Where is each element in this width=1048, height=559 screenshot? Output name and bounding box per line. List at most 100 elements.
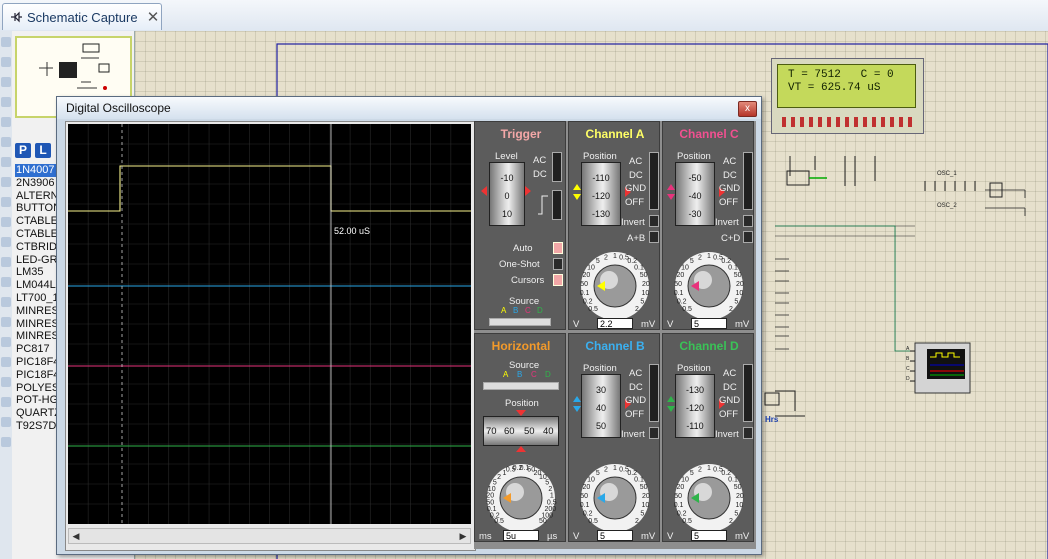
scope-screen[interactable]: 52.00 uS bbox=[68, 124, 471, 524]
scope-pin-c-label: C bbox=[906, 366, 910, 372]
trigger-coupling-switch[interactable] bbox=[552, 152, 562, 182]
tape-tool-icon[interactable] bbox=[1, 237, 11, 247]
dial-tick-label: 50 bbox=[640, 484, 648, 491]
pin-tool-icon[interactable] bbox=[1, 197, 11, 207]
horizontal-source-slider[interactable] bbox=[483, 382, 559, 390]
text-tool-icon[interactable] bbox=[1, 117, 11, 127]
cursors-button[interactable] bbox=[553, 274, 563, 286]
channel-d-volts-dial[interactable]: 0.50.20.150201052 1 0.50.20.150201052 bbox=[664, 454, 754, 530]
dial-tick-label: 20 bbox=[642, 281, 650, 288]
channel-c-volts-dial[interactable]: 0.50.20.150201052 1 0.50.20.150201052 bbox=[664, 242, 754, 318]
dial-tick-label: 0.1 bbox=[728, 476, 738, 483]
dial-tick-label: 1 bbox=[707, 253, 711, 260]
horizontal-timebase-value[interactable]: 5u bbox=[503, 530, 539, 541]
scroll-left-icon[interactable]: ◀ bbox=[71, 531, 81, 541]
hrs-label: Hrs bbox=[765, 415, 779, 424]
oscilloscope-titlebar[interactable]: Digital Oscilloscope x bbox=[57, 97, 761, 119]
channel-a-invert-button[interactable] bbox=[649, 215, 659, 227]
horizontal-title: Horizontal bbox=[491, 339, 551, 353]
channel-c-position-label: Position bbox=[677, 151, 711, 162]
channel-b-title: Channel B bbox=[585, 339, 645, 353]
label-tool-icon[interactable] bbox=[1, 97, 11, 107]
symbol-tool-icon[interactable] bbox=[1, 417, 11, 427]
channel-b-volts-value[interactable]: 5 bbox=[597, 530, 633, 541]
marker-tool-icon[interactable] bbox=[1, 437, 11, 447]
horizontal-source-b: B bbox=[517, 370, 523, 379]
scope-pin-a-label: A bbox=[906, 346, 910, 352]
channel-b-dc: DC bbox=[629, 382, 643, 393]
dial-tick-label: 0.1 bbox=[674, 502, 684, 509]
auto-button[interactable] bbox=[553, 242, 563, 254]
scope-grid bbox=[68, 124, 471, 524]
trigger-level-label: Level bbox=[495, 151, 518, 162]
channel-b-coupling-switch[interactable] bbox=[649, 364, 659, 422]
dial-tick-label: 0.2 bbox=[490, 513, 500, 520]
component-tool-icon[interactable] bbox=[1, 57, 11, 67]
arc-tool-icon[interactable] bbox=[1, 377, 11, 387]
trigger-panel: Trigger Level -10 0 10 AC DC Auto One-Sh… bbox=[474, 121, 566, 330]
graph-tool-icon[interactable] bbox=[1, 217, 11, 227]
instrument-tool-icon[interactable] bbox=[1, 297, 11, 307]
close-tab-icon[interactable]: ✕ bbox=[145, 8, 161, 26]
trigger-source-slider[interactable] bbox=[489, 318, 551, 326]
dial-tick-label: 0.2 bbox=[583, 299, 593, 306]
dial-tick-label: 20 bbox=[677, 484, 685, 491]
dial-tick-label: 10 bbox=[736, 290, 744, 297]
selection-tool-icon[interactable] bbox=[1, 37, 11, 47]
channel-d-panel: Channel D Position -130 -120 -110 AC DC … bbox=[662, 333, 754, 542]
dial-tick-label: 20 bbox=[677, 272, 685, 279]
dial-tick-label: 5 bbox=[596, 258, 600, 265]
channel-d-ac: AC bbox=[723, 368, 737, 379]
library-manager-button[interactable]: L bbox=[35, 143, 51, 158]
path-tool-icon[interactable] bbox=[1, 397, 11, 407]
box-tool-icon[interactable] bbox=[1, 337, 11, 347]
probe-tool-icon[interactable] bbox=[1, 277, 11, 287]
tab-schematic-capture[interactable]: Schematic Capture ✕ bbox=[2, 3, 162, 30]
trigger-dc-label: DC bbox=[533, 169, 547, 180]
dial-tick-label: 50 bbox=[486, 500, 494, 507]
device-pick-buttons: P L bbox=[15, 143, 51, 158]
junction-tool-icon[interactable] bbox=[1, 77, 11, 87]
channel-b-invert-button[interactable] bbox=[649, 427, 659, 439]
lcd-display[interactable]: T = 7512 C = 0 VT = 625.74 uS bbox=[771, 58, 924, 134]
scroll-right-icon[interactable]: ▶ bbox=[458, 531, 468, 541]
dial-tick-label: 1 bbox=[613, 253, 617, 260]
generator-tool-icon[interactable] bbox=[1, 257, 11, 267]
dial-tick-label: 0.5 bbox=[588, 306, 598, 313]
channel-d-gnd: GND bbox=[719, 395, 741, 406]
dial-tick-label: 5 bbox=[596, 470, 600, 477]
channel-d-title: Channel D bbox=[679, 339, 739, 353]
horizontal-source-a: A bbox=[503, 370, 509, 379]
channel-b-volts-dial[interactable]: 0.50.20.150201052 1 0.50.20.150201052 bbox=[570, 454, 660, 530]
dial-tick-label: 0.5 bbox=[682, 306, 692, 313]
channel-a-position-label: Position bbox=[583, 151, 617, 162]
pick-device-button[interactable]: P bbox=[15, 143, 31, 158]
channel-a-volts-value[interactable]: 2.2 bbox=[597, 318, 633, 329]
dial-tick-label: 10 bbox=[587, 476, 595, 483]
channel-a-volts-dial[interactable]: 0.50.20.150201052 1 0.50.20.150201052 bbox=[570, 242, 660, 318]
scope-horizontal-scrollbar[interactable]: ◀ ▶ bbox=[68, 528, 471, 544]
channel-c-title: Channel C bbox=[679, 127, 739, 141]
bus-tool-icon[interactable] bbox=[1, 137, 11, 147]
dial-tick-label: 50 bbox=[734, 484, 742, 491]
channel-d-volts-value[interactable]: 5 bbox=[691, 530, 727, 541]
channel-c-coupling-switch[interactable] bbox=[743, 152, 753, 210]
channel-c-invert-button[interactable] bbox=[743, 215, 753, 227]
subcircuit-tool-icon[interactable] bbox=[1, 157, 11, 167]
trigger-edge-switch[interactable] bbox=[552, 190, 562, 220]
scope-control-area: Trigger Level -10 0 10 AC DC Auto One-Sh… bbox=[474, 121, 756, 549]
horizontal-source-c: C bbox=[531, 370, 537, 379]
dial-tick-label: 2 bbox=[604, 466, 608, 473]
dial-tick-label: 50 bbox=[734, 272, 742, 279]
scope-pin-b-label: B bbox=[906, 356, 910, 362]
terminal-tool-icon[interactable] bbox=[1, 177, 11, 187]
channel-a-coupling-switch[interactable] bbox=[649, 152, 659, 210]
close-oscilloscope-button[interactable]: x bbox=[738, 101, 757, 117]
horizontal-timebase-dial[interactable]: 0.50.20.1502010521 0.50.20.15020105210.52… bbox=[476, 454, 566, 530]
line-tool-icon[interactable] bbox=[1, 317, 11, 327]
one-shot-button[interactable] bbox=[553, 258, 563, 270]
channel-d-coupling-switch[interactable] bbox=[743, 364, 753, 422]
channel-c-volts-value[interactable]: 5 bbox=[691, 318, 727, 329]
channel-d-invert-button[interactable] bbox=[743, 427, 753, 439]
circle-tool-icon[interactable] bbox=[1, 357, 11, 367]
